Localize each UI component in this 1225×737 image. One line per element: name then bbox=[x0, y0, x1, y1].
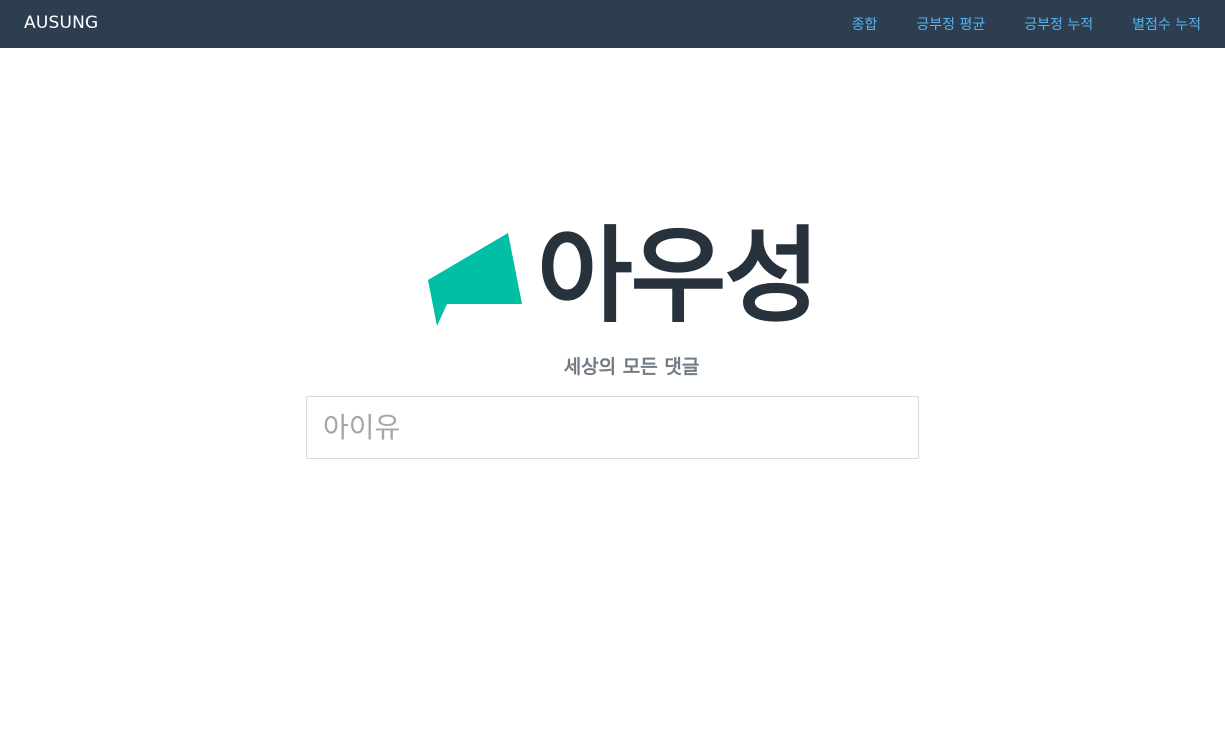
nav-link-sentiment-average[interactable]: 긍부정 평균 bbox=[916, 14, 985, 34]
nav-link-overview[interactable]: 종합 bbox=[852, 14, 878, 34]
brand-link[interactable]: AUSUNG bbox=[24, 0, 98, 48]
logo-wordmark: 아우성 bbox=[537, 215, 820, 337]
nav-link-rating-cumulative[interactable]: 별점수 누적 bbox=[1132, 14, 1201, 34]
search-input[interactable] bbox=[306, 396, 919, 459]
top-navbar: AUSUNG 종합 긍부정 평균 긍부정 누적 별점수 누적 bbox=[0, 0, 1225, 48]
hero-logo: 아우성 bbox=[425, 218, 820, 336]
speech-bubble-icon bbox=[428, 233, 522, 326]
nav-link-sentiment-cumulative[interactable]: 긍부정 누적 bbox=[1024, 14, 1093, 34]
nav-menu: 종합 긍부정 평균 긍부정 누적 별점수 누적 bbox=[852, 0, 1201, 48]
tagline: 세상의 모든 댓글 bbox=[563, 356, 700, 378]
